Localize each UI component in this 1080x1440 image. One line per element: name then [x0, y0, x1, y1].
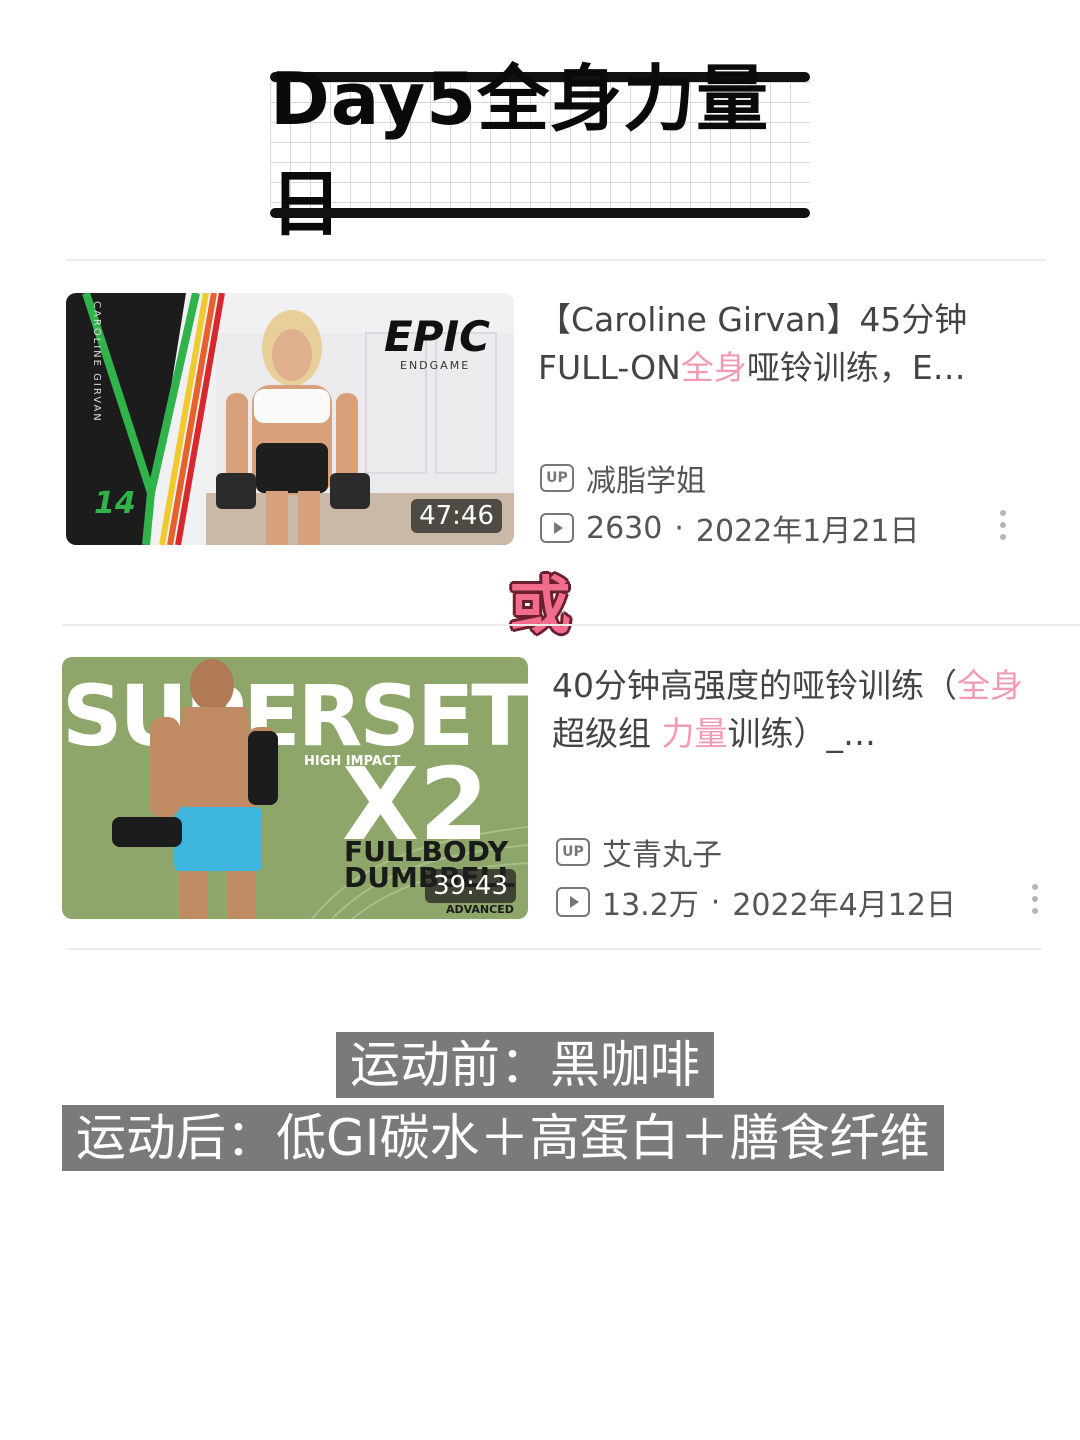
title-highlight: 力量	[661, 714, 728, 753]
stats-row-1: 2630 · 2022年1月21日	[540, 506, 920, 550]
thumbnail-level-text: ADVANCED	[446, 903, 514, 916]
title-highlight: 全身	[680, 348, 747, 387]
view-count: 2630	[586, 510, 663, 546]
video-title-2[interactable]: 40分钟高强度的哑铃训练（全身 超级组 力量训练）_…	[552, 662, 1052, 758]
uploader-row-1[interactable]: UP 减脂学姐	[540, 456, 706, 500]
more-options-icon[interactable]	[1032, 884, 1040, 914]
divider-top	[66, 259, 1046, 261]
uploader-row-2[interactable]: UP 艾青丸子	[556, 830, 722, 874]
note-after-workout: 运动后：低GI碳水＋高蛋白＋膳食纤维	[62, 1105, 944, 1171]
title-part: 40分钟高强度的哑铃训练（	[552, 666, 957, 705]
title-highlight: 全身	[957, 666, 1023, 705]
up-icon: UP	[556, 838, 590, 866]
separator-dot: ·	[674, 510, 684, 546]
separator-dot: ·	[710, 884, 721, 920]
stats-row-2: 13.2万 · 2022年4月12日	[556, 880, 956, 924]
video-duration: 39:43	[425, 869, 516, 903]
divider-middle	[62, 624, 1080, 626]
note-before-workout: 运动前：黑咖啡	[336, 1032, 714, 1098]
uploader-name: 减脂学姐	[586, 464, 706, 499]
thumbnail-side-text: CAROLINE GIRVAN	[91, 301, 102, 423]
publish-date: 2022年1月21日	[695, 514, 920, 549]
thumbnail-impact-text: HIGH IMPACT	[304, 754, 401, 769]
or-separator: 或	[508, 569, 571, 642]
title-banner: Day5全身力量日	[270, 57, 810, 246]
video-thumbnail-2[interactable]: SUPERSET X2 HIGH IMPACT FULLBODY DUMBBEL…	[62, 657, 528, 919]
title-part: 训练）_…	[727, 714, 877, 753]
video-duration: 47:46	[411, 499, 502, 533]
thumbnail-sub-text: ENDGAME	[400, 359, 470, 372]
thumbnail-brand-text: EPIC	[384, 312, 490, 361]
title-bar-bottom	[270, 208, 810, 218]
view-count: 13.2万	[602, 888, 699, 923]
page-title: Day5全身力量日	[270, 57, 770, 246]
publish-date: 2022年4月12日	[732, 888, 956, 923]
up-icon: UP	[540, 464, 574, 492]
thumbnail-number-text: 14	[94, 486, 136, 521]
video-thumbnail-1[interactable]: EPIC ENDGAME 14 CAROLINE GIRVAN 47:46	[66, 293, 514, 545]
divider-bottom	[66, 948, 1042, 950]
title-part: 哑铃训练，E…	[746, 348, 966, 387]
video-title-1[interactable]: 【Caroline Girvan】45分钟 FULL-ON全身哑铃训练，E…	[538, 296, 1028, 392]
play-count-icon	[540, 513, 574, 543]
title-part: 超级组	[552, 714, 662, 753]
play-count-icon	[556, 887, 590, 917]
more-options-icon[interactable]	[1000, 510, 1008, 540]
uploader-name: 艾青丸子	[602, 838, 722, 873]
